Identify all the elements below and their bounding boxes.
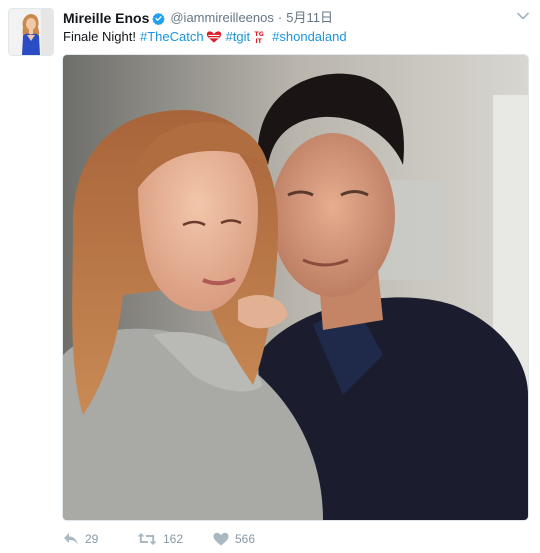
reply-button[interactable]: 29 bbox=[63, 532, 137, 546]
hashtag-shondaland[interactable]: #shondaland bbox=[272, 29, 346, 45]
svg-text:IT: IT bbox=[255, 38, 262, 44]
reply-count: 29 bbox=[85, 532, 99, 546]
like-button[interactable]: 566 bbox=[213, 532, 273, 546]
hashtag-tgit[interactable]: #tgit bbox=[226, 29, 251, 45]
display-name[interactable]: Mireille Enos bbox=[63, 9, 149, 27]
like-count: 566 bbox=[235, 532, 256, 546]
photo-image bbox=[63, 55, 528, 520]
avatar-image bbox=[9, 9, 53, 55]
retweet-button[interactable]: 162 bbox=[137, 532, 213, 546]
retweet-count: 162 bbox=[163, 532, 184, 546]
heart-icon bbox=[213, 532, 229, 546]
tweet-header: Mireille Enos @iammireilleenos · 5月11日 bbox=[63, 9, 333, 27]
tweet-actions: 29 162 566 bbox=[63, 530, 273, 548]
timestamp[interactable]: 5月11日 bbox=[286, 9, 333, 27]
tweet-photo[interactable] bbox=[62, 54, 529, 521]
tgit-emoji: TG IT bbox=[253, 30, 267, 44]
tweet-text-prefix: Finale Night! bbox=[63, 29, 136, 44]
hashtag-thecatch[interactable]: #TheCatch bbox=[140, 29, 204, 45]
heart-emoji bbox=[206, 31, 221, 43]
retweet-icon bbox=[137, 533, 157, 545]
avatar[interactable] bbox=[8, 8, 54, 56]
tweet-text: Finale Night! #TheCatch #tgit TG IT #sho… bbox=[63, 29, 347, 45]
user-handle[interactable]: @iammireilleenos bbox=[170, 9, 274, 27]
verified-badge-icon bbox=[152, 12, 166, 25]
svg-text:TG: TG bbox=[255, 31, 264, 38]
header-separator: · bbox=[277, 10, 283, 25]
chevron-down-icon[interactable] bbox=[516, 9, 530, 23]
reply-icon bbox=[64, 533, 78, 545]
